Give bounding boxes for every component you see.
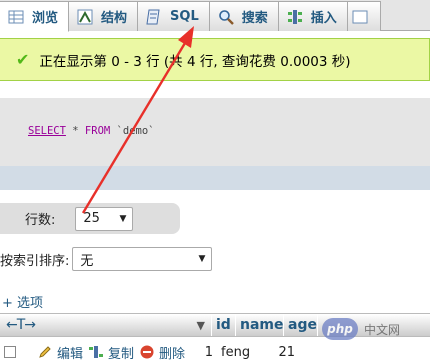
export-icon (352, 9, 368, 25)
success-message: ✔ 正在显示第 0 - 3 行 (共 4 行, 查询花费 0.0003 秒) (0, 38, 430, 81)
browse-icon (8, 9, 24, 25)
chevron-down-icon: ▼ (198, 254, 206, 264)
checkmark-icon: ✔ (16, 50, 30, 69)
column-header-name[interactable]: name (236, 314, 284, 336)
sql-star: * (72, 125, 79, 137)
delete-button[interactable]: 删除 (140, 343, 185, 362)
cell-age: 21 (278, 344, 296, 360)
column-header-id[interactable]: id (212, 314, 236, 336)
copy-icon (89, 345, 104, 359)
tab-browse[interactable]: 浏览 (0, 1, 70, 32)
tab-search[interactable]: 搜索 (209, 1, 279, 31)
edit-label: 编辑 (57, 346, 84, 362)
sort-select[interactable]: 无 ▼ (72, 247, 213, 271)
cell-id: 1 (204, 344, 214, 360)
tab-structure-label: 结构 (101, 11, 128, 26)
column-nav-arrows[interactable]: ←T→ (6, 317, 36, 333)
sql-query-footer (0, 166, 430, 190)
edit-button[interactable]: 编辑 (38, 343, 83, 362)
watermark-logo: php (322, 318, 358, 340)
row-checkbox[interactable] (4, 346, 16, 358)
sort-label: 按索引排序: (0, 253, 70, 269)
tab-sql-label: SQL (170, 9, 199, 24)
table-nav-header: ←T→ ▼ (0, 314, 212, 336)
tab-structure[interactable]: 结构 (69, 1, 139, 31)
structure-icon (77, 9, 93, 25)
tab-more[interactable] (347, 1, 381, 31)
delete-icon (140, 345, 154, 359)
table-row: 编辑 复制 删除 1 feng 21 (0, 341, 430, 362)
sql-query-box: SELECT * FROM `demo` (0, 98, 430, 166)
rows-label: 行数: (25, 213, 56, 228)
watermark: php 中文网 (322, 318, 400, 340)
sort-row: 按索引排序: 无 ▼ (0, 247, 213, 271)
rows-select-value: 25 (83, 211, 100, 226)
sql-icon (146, 9, 162, 25)
rows-bar: 行数: 25 ▼ (0, 203, 180, 234)
sql-keyword-select[interactable]: SELECT (28, 125, 66, 137)
tab-sql[interactable]: SQL (138, 1, 210, 31)
pencil-icon (38, 345, 52, 359)
tab-bar: 浏览 结构 SQL 搜索 插入 (0, 0, 430, 32)
options-link[interactable]: + 选项 (2, 292, 43, 311)
tab-browse-label: 浏览 (32, 11, 59, 26)
insert-icon (287, 9, 303, 25)
sql-query[interactable]: SELECT * FROM `demo` (28, 125, 154, 137)
copy-label: 复制 (108, 346, 135, 362)
success-message-text: 正在显示第 0 - 3 行 (共 4 行, 查询花费 0.0003 秒) (39, 53, 351, 70)
rows-select[interactable]: 25 ▼ (75, 206, 134, 231)
sql-table-name: `demo` (116, 125, 155, 137)
sql-keyword-from: FROM (84, 125, 111, 137)
sort-toggle-icon[interactable]: ▼ (197, 319, 205, 332)
watermark-text: 中文网 (364, 322, 401, 337)
column-header-age[interactable]: age (284, 314, 318, 336)
tab-insert[interactable]: 插入 (278, 1, 348, 31)
tab-insert-label: 插入 (310, 11, 337, 26)
chevron-down-icon: ▼ (119, 213, 127, 224)
search-icon (218, 9, 234, 25)
cell-name: feng (221, 344, 251, 360)
sort-select-value: 无 (80, 253, 94, 269)
delete-label: 删除 (159, 346, 186, 362)
tab-search-label: 搜索 (241, 11, 268, 26)
copy-button[interactable]: 复制 (89, 343, 134, 362)
